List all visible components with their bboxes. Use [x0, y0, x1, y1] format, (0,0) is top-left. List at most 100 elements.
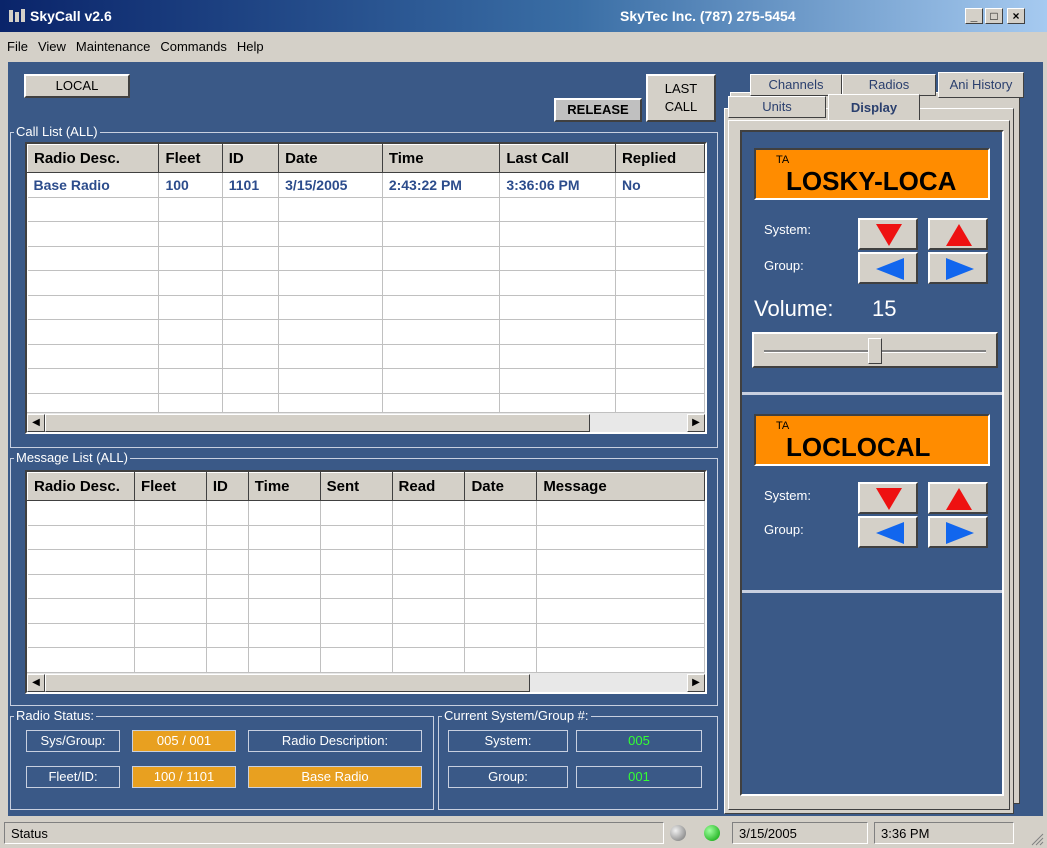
- sys-group-value: 005 / 001: [132, 730, 236, 752]
- call-list-grid[interactable]: Radio Desc. Fleet ID Date Time Last Call…: [25, 142, 707, 434]
- system-up-button[interactable]: [928, 218, 988, 250]
- table-row: [27, 368, 705, 394]
- radio-description-label: Radio Description:: [248, 730, 422, 752]
- divider: [742, 590, 1002, 593]
- scroll-thumb[interactable]: [45, 674, 530, 692]
- col-sent[interactable]: Sent: [319, 472, 393, 501]
- col-radio-desc[interactable]: Radio Desc.: [27, 472, 135, 501]
- display2-system-label: System:: [764, 488, 811, 503]
- system-down-button-2[interactable]: [858, 482, 918, 514]
- col-time[interactable]: Time: [381, 144, 501, 173]
- release-button[interactable]: RELEASE: [554, 98, 642, 122]
- group-left-button[interactable]: [858, 252, 918, 284]
- display-panel: TA LOSKY-LOCA System: Group: Volume: 15 …: [740, 130, 1004, 796]
- system-value: 005: [576, 730, 702, 752]
- scroll-right-icon[interactable]: ▶: [687, 674, 705, 692]
- tab-channels[interactable]: Channels: [750, 74, 842, 96]
- tab-units[interactable]: Units: [728, 96, 826, 118]
- cell-last-call: 3:36:06 PM: [499, 172, 616, 198]
- menu-file[interactable]: File: [2, 34, 33, 59]
- table-row: [27, 246, 705, 271]
- table-row: [27, 319, 705, 345]
- message-list-hscroll[interactable]: ◀ ▶: [27, 672, 705, 692]
- group-right-button[interactable]: [928, 252, 988, 284]
- cell-replied: No: [615, 172, 705, 198]
- volume-slider[interactable]: [752, 332, 998, 368]
- tab-ani-history[interactable]: Ani History: [938, 72, 1024, 98]
- arrow-left-icon: [876, 258, 904, 280]
- local-button[interactable]: LOCAL: [24, 74, 130, 98]
- group-left-button-2[interactable]: [858, 516, 918, 548]
- col-date[interactable]: Date: [278, 144, 383, 173]
- arrow-up-icon: [946, 224, 972, 246]
- divider: [742, 392, 1002, 395]
- group-value: 001: [576, 766, 702, 788]
- system-up-button-2[interactable]: [928, 482, 988, 514]
- menu-help[interactable]: Help: [232, 34, 269, 59]
- fleet-id-label: Fleet/ID:: [26, 766, 120, 788]
- arrow-right-icon: [946, 258, 974, 280]
- arrow-down-icon: [876, 488, 902, 510]
- table-row: [27, 197, 705, 222]
- table-row: [27, 574, 705, 599]
- tab-radios[interactable]: Radios: [842, 74, 936, 96]
- scroll-left-icon[interactable]: ◀: [27, 414, 45, 432]
- message-list-grid[interactable]: Radio Desc. Fleet ID Time Sent Read Date…: [25, 470, 707, 694]
- menu-view[interactable]: View: [33, 34, 71, 59]
- lcd1-big-text: LOSKY-LOCA: [786, 166, 957, 196]
- lcd2-big-text: LOCLOCAL: [786, 432, 931, 462]
- green-indicator-icon: [704, 825, 720, 841]
- call-list-label: Call List (ALL): [14, 124, 100, 139]
- lcd2-small-text: TA: [776, 420, 790, 432]
- menu-bar: File View Maintenance Commands Help: [0, 34, 1047, 58]
- title-bar: SkyCall v2.6 SkyTec Inc. (787) 275-5454 …: [0, 0, 1047, 32]
- col-date[interactable]: Date: [464, 472, 538, 501]
- cell-id: 1101: [222, 172, 280, 198]
- table-row: [27, 598, 705, 624]
- close-button[interactable]: ×: [1007, 8, 1025, 24]
- maximize-button[interactable]: □: [985, 8, 1003, 24]
- minimize-button[interactable]: _: [965, 8, 983, 24]
- col-id[interactable]: ID: [205, 472, 249, 501]
- group-right-button-2[interactable]: [928, 516, 988, 548]
- app-icon: [9, 9, 25, 22]
- cell-date: 3/15/2005: [278, 172, 383, 198]
- volume-label: Volume:: [754, 296, 834, 321]
- col-read[interactable]: Read: [391, 472, 466, 501]
- slider-thumb[interactable]: [868, 338, 882, 364]
- lcd-display-1: TA LOSKY-LOCA: [754, 148, 990, 200]
- col-radio-desc[interactable]: Radio Desc.: [27, 144, 160, 173]
- table-row: [27, 549, 705, 575]
- col-replied[interactable]: Replied: [614, 144, 705, 173]
- scroll-right-icon[interactable]: ▶: [687, 414, 705, 432]
- table-row: [27, 270, 705, 296]
- scroll-left-icon[interactable]: ◀: [27, 674, 45, 692]
- current-system-label: Current System/Group #:: [442, 708, 591, 723]
- scroll-thumb[interactable]: [45, 414, 590, 432]
- table-row: [27, 344, 705, 369]
- resize-grip-icon[interactable]: [1028, 830, 1044, 846]
- lcd1-small-text: TA: [776, 154, 790, 166]
- arrow-left-icon: [876, 522, 904, 544]
- menu-commands[interactable]: Commands: [155, 34, 231, 59]
- last-call-button[interactable]: LAST CALL: [646, 74, 716, 122]
- tab-display[interactable]: Display: [828, 94, 920, 122]
- col-time[interactable]: Time: [247, 472, 321, 501]
- table-row: [27, 647, 705, 673]
- table-row: [27, 295, 705, 320]
- sys-group-label: Sys/Group:: [26, 730, 120, 752]
- company-info: SkyTec Inc. (787) 275-5454: [620, 8, 796, 24]
- call-list-hscroll[interactable]: ◀ ▶: [27, 412, 705, 432]
- col-message[interactable]: Message: [536, 472, 705, 501]
- col-last-call[interactable]: Last Call: [499, 144, 616, 173]
- col-id[interactable]: ID: [221, 144, 280, 173]
- system-down-button[interactable]: [858, 218, 918, 250]
- status-time: 3:36 PM: [874, 822, 1014, 844]
- menu-maintenance[interactable]: Maintenance: [71, 34, 155, 59]
- table-row[interactable]: Base Radio 100 1101 3/15/2005 2:43:22 PM…: [27, 172, 705, 198]
- arrow-right-icon: [946, 522, 974, 544]
- display1-system-label: System:: [764, 222, 811, 237]
- lcd-display-2: TA LOCLOCAL: [754, 414, 990, 466]
- col-fleet[interactable]: Fleet: [158, 144, 223, 173]
- col-fleet[interactable]: Fleet: [133, 472, 207, 501]
